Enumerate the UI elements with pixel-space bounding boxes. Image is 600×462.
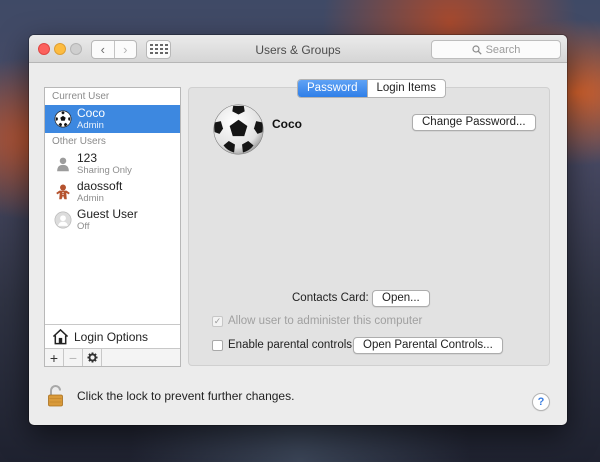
detail-tabs: Password Login Items <box>297 79 446 98</box>
user-role: Sharing Only <box>77 165 132 176</box>
add-user-button[interactable]: + <box>45 349 64 366</box>
open-contacts-card-button[interactable]: Open... <box>372 290 430 307</box>
grid-icon <box>149 44 153 46</box>
allow-admin-checkbox[interactable]: ✓ <box>212 315 223 327</box>
lock-status-text: Click the lock to prevent further change… <box>77 389 295 403</box>
user-role: Off <box>77 221 90 232</box>
minimize-button[interactable] <box>54 43 66 55</box>
user-role: Admin <box>77 120 104 131</box>
action-menu-button[interactable] <box>83 349 102 366</box>
chevron-left-icon: ‹ <box>100 42 105 57</box>
other-users-heading: Other Users <box>52 136 106 147</box>
tab-login-items[interactable]: Login Items <box>366 80 445 97</box>
open-parental-controls-button[interactable]: Open Parental Controls... <box>353 337 503 354</box>
tab-password[interactable]: Password <box>298 80 367 97</box>
users-groups-window: ‹ › Users & Groups Search Current User C… <box>29 35 567 425</box>
remove-user-button[interactable]: − <box>64 349 83 366</box>
chevron-right-icon: › <box>123 42 128 57</box>
user-name: 123 <box>77 151 98 165</box>
search-placeholder: Search <box>485 43 521 56</box>
soccer-ball-icon <box>54 110 72 128</box>
allow-admin-label: Allow user to administer this computer <box>228 315 423 327</box>
parental-controls-option[interactable]: Enable parental controls <box>212 339 352 351</box>
user-row-daossoft[interactable]: daossoft Admin <box>45 178 180 206</box>
search-field[interactable]: Search <box>431 40 561 59</box>
back-forward-group: ‹ › <box>91 40 137 59</box>
user-role: Admin <box>77 193 104 204</box>
close-button[interactable] <box>38 43 50 55</box>
allow-admin-option[interactable]: ✓ Allow user to administer this computer <box>212 315 422 327</box>
person-silhouette-icon <box>57 157 69 172</box>
user-row-guest[interactable]: Guest User Off <box>45 206 180 234</box>
sidebar-action-bar: + − <box>45 348 180 366</box>
user-name: Coco <box>77 106 106 120</box>
parental-controls-label: Enable parental controls <box>228 339 353 351</box>
guest-user-icon <box>54 211 72 229</box>
login-options-item[interactable]: Login Options <box>45 324 180 348</box>
contacts-card-label: Contacts Card: <box>292 292 369 304</box>
house-icon <box>52 328 69 345</box>
search-icon <box>471 44 482 55</box>
user-row-coco[interactable]: Coco Admin <box>45 105 180 133</box>
title-bar: ‹ › Users & Groups Search <box>29 35 567 63</box>
show-all-button[interactable] <box>146 40 171 59</box>
change-password-button[interactable]: Change Password... <box>412 114 536 131</box>
zoom-button[interactable] <box>70 43 82 55</box>
gingerbread-icon <box>56 184 70 200</box>
padlock-open-icon[interactable] <box>47 385 64 407</box>
user-row-123[interactable]: 123 Sharing Only <box>45 150 180 178</box>
user-name: daossoft <box>77 179 123 193</box>
current-user-heading: Current User <box>52 91 110 102</box>
gear-icon <box>86 352 98 363</box>
selected-user-name: Coco <box>272 117 302 131</box>
forward-button[interactable]: › <box>113 41 137 58</box>
lock-area: Click the lock to prevent further change… <box>47 385 294 407</box>
help-button[interactable]: ? <box>532 393 550 411</box>
user-picture[interactable] <box>212 103 265 156</box>
users-sidebar: Current User Coco Admin Other Users 123 … <box>44 87 181 367</box>
parental-controls-checkbox[interactable] <box>212 339 223 351</box>
back-button[interactable]: ‹ <box>92 41 114 58</box>
login-options-label: Login Options <box>74 329 149 344</box>
user-name: Guest User <box>77 207 138 221</box>
